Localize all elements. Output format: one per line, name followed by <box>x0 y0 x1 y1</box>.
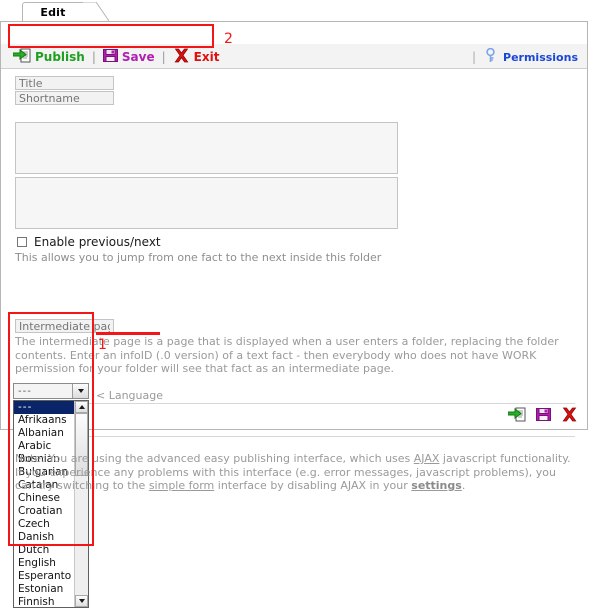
exit-label: Exit <box>193 49 220 64</box>
language-options[interactable]: --- Afrikaans Albanian Arabic Bosnian Bulgari… <box>14 401 74 607</box>
enable-prevnext-checkbox[interactable] <box>17 237 27 247</box>
annotation-number-2: 2 <box>224 31 233 47</box>
save-floppy-icon-bottom[interactable] <box>536 407 551 425</box>
toolbar-actions: Publish | Save | Exit <box>12 47 220 66</box>
language-option[interactable]: --- <box>14 401 74 414</box>
chevron-down-icon[interactable] <box>72 384 88 398</box>
enable-prevnext-row[interactable]: Enable previous/next <box>17 235 161 249</box>
annotation-underline-language <box>96 332 160 335</box>
scroll-up-arrow-icon[interactable] <box>75 401 88 413</box>
language-selected-value: --- <box>18 385 32 397</box>
tab-slant-decoration <box>83 2 109 22</box>
language-list-scrollbar[interactable] <box>74 401 88 607</box>
note-text-3: interface by disabling AJAX in your <box>214 479 412 492</box>
intermediate-page-input[interactable] <box>15 319 114 333</box>
permissions-separator: | <box>471 50 477 64</box>
action-toolbar: Publish | Save | Exit | Permissions <box>1 44 587 69</box>
annotation-number-1: 1 <box>98 337 107 353</box>
language-option[interactable]: Chinese <box>14 492 74 505</box>
language-option[interactable]: Czech <box>14 518 74 531</box>
simple-form-link[interactable]: simple form <box>149 479 214 492</box>
language-option[interactable]: Danish <box>14 531 74 544</box>
language-option[interactable]: Dutch <box>14 544 74 557</box>
note-text-1: Note: You are using the advanced easy pu… <box>15 452 414 465</box>
tab-strip: Edit <box>0 0 600 22</box>
language-caption: < Language <box>96 389 163 402</box>
body-textarea[interactable] <box>15 177 398 229</box>
scroll-down-arrow-icon[interactable] <box>75 595 88 607</box>
settings-link-label: settings <box>411 479 462 492</box>
divider-below-language <box>15 436 575 437</box>
language-option[interactable]: Afrikaans <box>14 414 74 427</box>
ajax-footer-note: Note: You are using the advanced easy pu… <box>15 452 577 493</box>
toolbar-separator-2: | <box>161 49 166 64</box>
tab-edit-label: Edit <box>40 6 66 19</box>
language-select[interactable]: --- --- Afrikaans Albanian Arabic Bosnian Bul… <box>13 383 89 608</box>
language-option[interactable]: Esperanto <box>14 570 74 583</box>
settings-link[interactable]: settings <box>411 479 462 492</box>
save-floppy-icon <box>102 48 118 66</box>
language-option[interactable]: Croatian <box>14 505 74 518</box>
exit-x-icon-bottom[interactable] <box>561 407 578 425</box>
language-option[interactable]: Estonian <box>14 583 74 596</box>
easy-publishing-page: Edit Publish | Save | Exit | Permissions… <box>0 0 600 608</box>
tab-edit[interactable]: Edit <box>22 2 84 22</box>
publish-icon-bottom[interactable] <box>507 407 526 425</box>
language-select-field[interactable]: --- <box>13 383 89 399</box>
publish-button[interactable]: Publish <box>12 48 85 66</box>
exit-button[interactable]: Exit <box>173 48 220 66</box>
permissions-area: | Permissions <box>471 47 578 66</box>
ajax-link[interactable]: AJAX <box>414 452 440 465</box>
exit-x-icon <box>173 48 190 66</box>
publish-icon <box>12 48 31 66</box>
language-option[interactable]: English <box>14 557 74 570</box>
key-icon <box>484 47 497 66</box>
language-option-list[interactable]: --- Afrikaans Albanian Arabic Bosnian Bulgari… <box>13 400 89 608</box>
edit-panel: Publish | Save | Exit | Permissions Titl… <box>0 21 588 608</box>
description-textarea[interactable] <box>15 122 398 174</box>
divider-above-language <box>15 403 575 404</box>
enable-prevnext-label: Enable previous/next <box>34 235 161 249</box>
permissions-link[interactable]: Permissions <box>503 51 578 64</box>
language-option[interactable]: Albanian <box>14 427 74 440</box>
shortname-input[interactable] <box>15 91 114 105</box>
note-text-4: . <box>461 479 466 492</box>
bottom-action-icons <box>507 407 578 425</box>
toolbar-separator-1: | <box>91 49 96 64</box>
save-label: Save <box>121 49 155 64</box>
title-input[interactable] <box>15 76 114 90</box>
enable-prevnext-hint: This allows you to jump from one fact to… <box>15 251 382 264</box>
publish-label: Publish <box>35 49 85 64</box>
save-button[interactable]: Save <box>102 48 155 66</box>
language-option[interactable]: Finnish <box>14 596 74 607</box>
